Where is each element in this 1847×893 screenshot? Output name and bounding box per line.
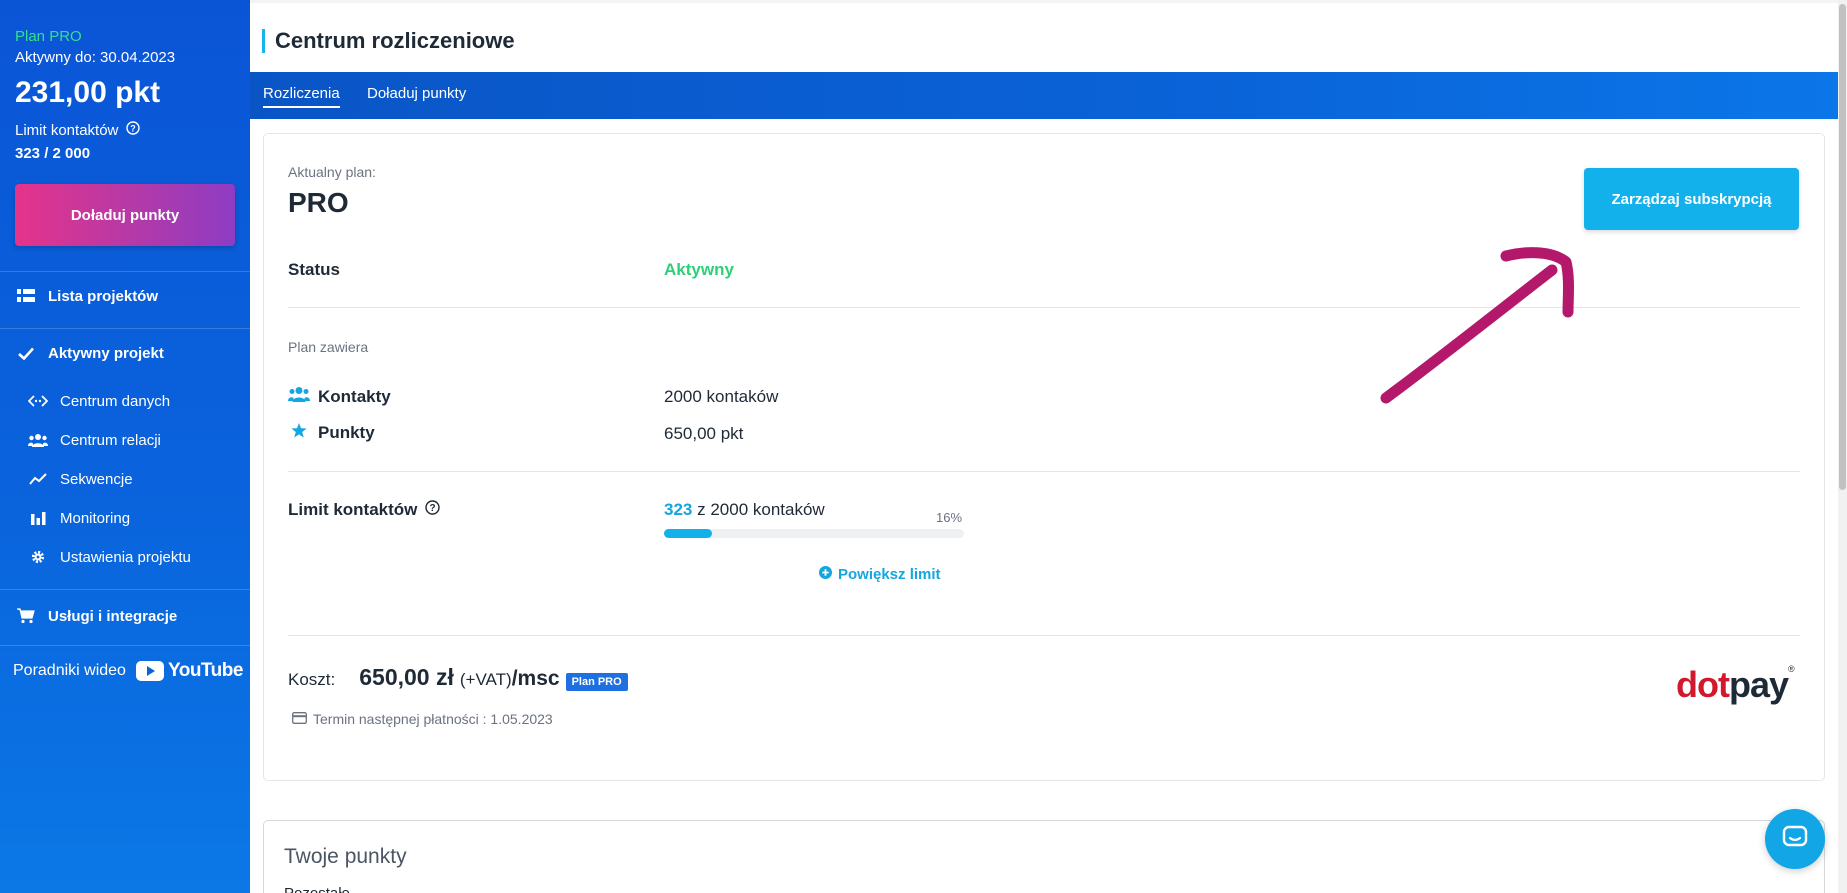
status-label: Status (288, 260, 340, 279)
plus-circle-icon (819, 566, 832, 583)
page-header: Centrum rozliczeniowe (250, 0, 1838, 72)
limit-progress-bar (664, 529, 964, 538)
manage-subscription-button[interactable]: Zarządzaj subskrypcją (1584, 168, 1799, 230)
limit-progress-fill (664, 529, 712, 538)
contacts-limit-value: 323 / 2 000 (15, 145, 91, 162)
limit-rest: z 2000 kontaków (697, 500, 825, 519)
sidebar-divider (0, 589, 250, 590)
points-label: Punkty (318, 423, 375, 442)
contacts-limit-label: Limit kontaktów ? (15, 121, 141, 139)
limit-percent: 16% (936, 510, 963, 525)
tab-topup-points[interactable]: Doładuj punkty (367, 85, 466, 106)
video-guides-label: Poradniki wideo (13, 662, 126, 679)
sidebar-item-label: Sekwencje (60, 470, 133, 488)
increase-limit-link[interactable]: Powiększ limit (819, 566, 941, 583)
chat-button[interactable] (1765, 809, 1825, 869)
limit-usage: 323 z 2000 kontaków (664, 500, 825, 520)
status-value: Aktywny (664, 260, 734, 279)
tab-billing[interactable]: Rozliczenia (263, 85, 340, 108)
points-value: 650,00 pkt (664, 424, 744, 443)
video-guides[interactable]: Poradniki wideo YouTube (13, 660, 243, 682)
cost-label: Koszt: (288, 670, 336, 689)
points-card-subtitle: Pozostało (284, 885, 350, 893)
sidebar-divider (0, 328, 250, 329)
chat-icon (1782, 825, 1808, 854)
sidebar-item-projects-list[interactable]: Lista projektów (16, 286, 158, 306)
youtube-logo: YouTube (135, 660, 243, 682)
active-until: Aktywny do: 30.04.2023 (15, 49, 176, 66)
users-icon (28, 431, 48, 449)
sidebar-item-services[interactable]: Usługi i integracje (16, 606, 177, 626)
line-chart-icon (28, 470, 48, 488)
dotpay-logo: dotpay® (1676, 664, 1795, 705)
cost-value: 650,00 zł (359, 664, 454, 690)
check-icon (16, 343, 36, 363)
users-icon (288, 386, 310, 407)
contacts-limit-text: Limit kontaktów (15, 121, 119, 139)
sidebar-divider (0, 645, 250, 646)
points-row: Punkty (291, 423, 375, 443)
help-icon[interactable]: ? (425, 500, 441, 520)
next-payment-text: Termin następnej płatności : 1.05.2023 (313, 711, 553, 727)
help-icon[interactable]: ? (126, 121, 141, 139)
star-icon (291, 423, 307, 443)
cost-row: Koszt: 650,00 zł (+VAT)/msc Plan PRO (288, 664, 628, 691)
sidebar-item-label: Aktywny projekt (48, 344, 164, 362)
bar-chart-icon (28, 509, 48, 527)
annotation-arrow (1380, 247, 1574, 404)
per-month-label: /msc (511, 667, 560, 690)
vat-label: (+VAT) (459, 670, 512, 689)
scrollbar-thumb[interactable] (1839, 4, 1846, 490)
sidebar-item-monitoring[interactable]: Monitoring (28, 509, 130, 527)
sidebar-item-active-project[interactable]: Aktywny projekt (16, 343, 164, 363)
limit-label: Limit kontaktów (288, 500, 418, 519)
points-card-title: Twoje punkty (284, 845, 407, 868)
svg-text:?: ? (430, 503, 436, 514)
contacts-label: Kontakty (318, 386, 391, 406)
increase-limit-label: Powiększ limit (838, 566, 941, 583)
list-icon (16, 286, 36, 306)
next-payment-row: Termin następnej płatności : 1.05.2023 (292, 711, 553, 727)
sidebar-item-label: Centrum relacji (60, 431, 161, 449)
sidebar-item-label: Centrum danych (60, 392, 171, 410)
divider (288, 471, 1800, 472)
sidebar-item-label: Ustawienia projektu (60, 548, 191, 566)
points-card: Twoje punkty Pozostało (263, 820, 1825, 893)
plan-card: Aktualny plan: PRO Zarządzaj subskrypcją… (263, 133, 1825, 781)
sidebar-divider (0, 271, 250, 272)
limit-used: 323 (664, 500, 693, 519)
sidebar: Plan PRO Aktywny do: 30.04.2023 231,00 p… (0, 0, 250, 893)
plan-badge: Plan PRO (565, 673, 628, 691)
page-title: Centrum rozliczeniowe (275, 28, 515, 53)
current-plan-label: Aktualny plan: (288, 164, 376, 180)
current-plan-value: PRO (288, 187, 349, 218)
code-arrows-icon (28, 392, 48, 410)
tabs-bar: Rozliczenia Doładuj punkty (250, 72, 1838, 119)
plan-includes-label: Plan zawiera (288, 339, 369, 355)
title-accent-bar (262, 29, 265, 53)
credit-card-icon (292, 711, 307, 727)
cart-icon (16, 606, 36, 626)
contacts-value: 2000 kontaków (664, 387, 779, 406)
gear-icon (28, 548, 48, 566)
plan-name: Plan PRO (15, 28, 82, 45)
contacts-row: Kontakty (288, 386, 391, 407)
limit-row: Limit kontaktów ? (288, 500, 441, 520)
sidebar-item-project-settings[interactable]: Ustawienia projektu (28, 548, 191, 566)
sidebar-item-label: Lista projektów (48, 287, 159, 305)
topup-points-button[interactable]: Doładuj punkty (15, 184, 235, 246)
sidebar-item-sequences[interactable]: Sekwencje (28, 470, 133, 488)
svg-text:?: ? (131, 124, 137, 134)
divider (288, 635, 1800, 636)
sidebar-item-label: Usługi i integracje (48, 607, 178, 625)
sidebar-item-label: Monitoring (60, 509, 131, 527)
sidebar-item-relations-center[interactable]: Centrum relacji (28, 431, 161, 449)
sidebar-item-data-center[interactable]: Centrum danych (28, 392, 170, 410)
points-balance: 231,00 pkt (15, 76, 161, 109)
